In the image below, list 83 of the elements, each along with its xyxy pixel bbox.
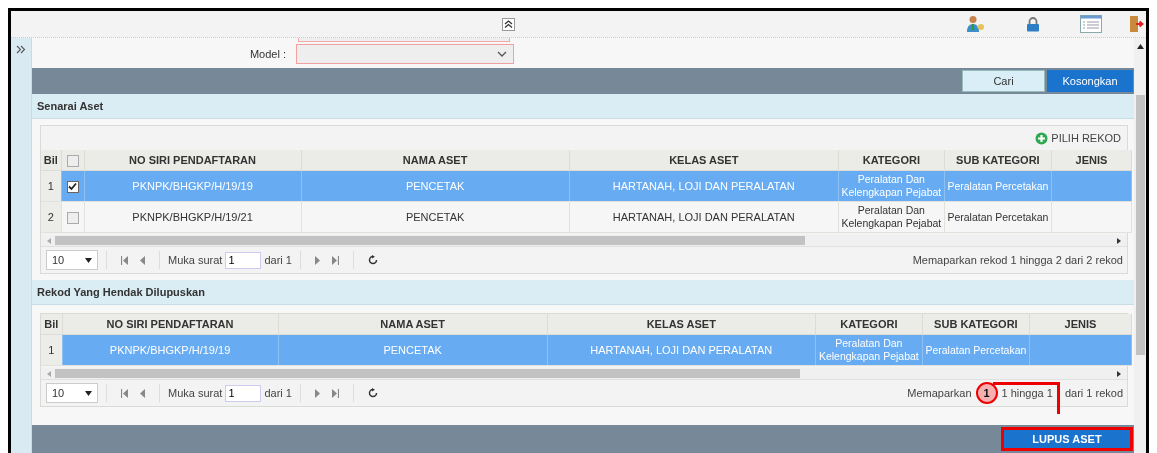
scroll-right-icon[interactable] bbox=[1117, 370, 1121, 377]
next-page-icon[interactable] bbox=[314, 255, 320, 265]
refresh-icon[interactable] bbox=[367, 255, 378, 265]
table-cell: Peralatan Percetakan bbox=[947, 210, 1049, 223]
user-key-icon[interactable] bbox=[966, 15, 986, 33]
table-cell: PENCETAK bbox=[383, 343, 442, 356]
row-checkbox[interactable] bbox=[66, 180, 79, 193]
column-header: SUB KATEGORI bbox=[922, 314, 1030, 335]
column-header: JENIS bbox=[1029, 314, 1132, 335]
table-cell: HARTANAH, LOJI DAN PERALATAN bbox=[612, 210, 795, 223]
scroll-up-icon[interactable] bbox=[1136, 44, 1144, 49]
column-header: NAMA ASET bbox=[301, 150, 570, 171]
column-header: Bil bbox=[41, 150, 61, 171]
leader-line bbox=[992, 381, 1061, 414]
table-cell: Peralatan Dan Kelengkapan Pejabat bbox=[841, 173, 942, 198]
first-page-icon[interactable] bbox=[121, 255, 128, 265]
first-page-icon[interactable] bbox=[121, 388, 128, 398]
column-header: Bil bbox=[41, 314, 62, 335]
table-cell: PKNPK/BHGKP/H/19/19 bbox=[132, 179, 253, 192]
collapse-icon[interactable] bbox=[502, 17, 515, 31]
section-title: Senarai Aset bbox=[37, 100, 104, 112]
page-label: Muka surat bbox=[168, 387, 223, 399]
page-input[interactable]: 1 bbox=[225, 384, 262, 402]
page-label: Muka surat bbox=[168, 254, 223, 266]
table-cell: HARTANAH, LOJI DAN PERALATAN bbox=[590, 343, 773, 356]
scroll-right-icon[interactable] bbox=[1117, 237, 1121, 244]
select-record-button[interactable]: PILIH REKOD bbox=[1035, 131, 1121, 145]
vertical-scrollbar[interactable] bbox=[1134, 38, 1146, 453]
plus-icon bbox=[1035, 131, 1049, 145]
table-cell: PKNPK/BHGKP/H/19/19 bbox=[109, 343, 231, 356]
select-all-checkbox[interactable] bbox=[66, 154, 79, 167]
page-input[interactable]: 1 bbox=[225, 251, 262, 269]
table-cell: PENCETAK bbox=[405, 179, 465, 192]
chevron-down-icon bbox=[497, 51, 507, 57]
row-number: 1 bbox=[48, 343, 55, 356]
record-count-text: Memaparkan bbox=[907, 387, 972, 399]
last-page-icon[interactable] bbox=[331, 255, 339, 265]
section-title: Rekod Yang Hendak Dilupuskan bbox=[37, 286, 205, 298]
expand-sidebar-icon[interactable] bbox=[16, 45, 26, 54]
column-header: JENIS bbox=[1051, 150, 1132, 171]
table-cell: Peralatan Percetakan bbox=[947, 179, 1049, 192]
row-number: 2 bbox=[47, 210, 54, 223]
dispose-asset-button[interactable]: LUPUS ASET bbox=[1001, 427, 1133, 451]
previous-page-icon[interactable] bbox=[140, 388, 145, 398]
page-count: dari 1 bbox=[264, 387, 292, 399]
page-count: dari 1 bbox=[264, 254, 292, 266]
last-page-icon[interactable] bbox=[331, 388, 339, 398]
column-header: NAMA ASET bbox=[278, 314, 548, 335]
exit-door-icon[interactable] bbox=[1130, 15, 1144, 33]
table-cell: HARTANAH, LOJI DAN PERALATAN bbox=[612, 179, 795, 192]
scroll-left-icon[interactable] bbox=[47, 370, 51, 377]
page-size-select[interactable]: 10 bbox=[46, 250, 98, 270]
table-cell: Peralatan Dan Kelengkapan Pejabat bbox=[841, 204, 942, 229]
model-label: Model : bbox=[248, 48, 286, 60]
caret-icon bbox=[85, 257, 92, 263]
column-header: KATEGORI bbox=[838, 150, 945, 171]
previous-page-icon[interactable] bbox=[140, 255, 145, 265]
record-count-text: dari 1 rekod bbox=[1064, 387, 1123, 399]
lock-icon[interactable] bbox=[1026, 16, 1040, 32]
next-page-icon[interactable] bbox=[314, 388, 320, 398]
column-header: KELAS ASET bbox=[569, 150, 839, 171]
column-header: NO SIRI PENDAFTARAN bbox=[62, 314, 279, 335]
column-header: SUB KATEGORI bbox=[944, 150, 1052, 171]
column-header: NO SIRI PENDAFTARAN bbox=[84, 150, 302, 171]
list-window-icon[interactable] bbox=[1080, 15, 1102, 33]
table-cell: Peralatan Dan Kelengkapan Pejabat bbox=[818, 337, 919, 362]
clear-button[interactable]: Kosongkan bbox=[1047, 70, 1133, 92]
search-button[interactable]: Cari bbox=[962, 70, 1045, 92]
step-callout: 1 bbox=[975, 382, 998, 404]
refresh-icon[interactable] bbox=[367, 388, 378, 398]
caret-icon bbox=[85, 390, 92, 396]
model-select[interactable] bbox=[296, 44, 514, 64]
table-cell: Peralatan Percetakan bbox=[925, 343, 1027, 356]
record-count-text: 1 hingga 1 bbox=[1001, 387, 1053, 399]
record-count-text: Memaparkan rekod 1 hingga 2 dari 2 rekod bbox=[912, 254, 1123, 266]
scroll-left-icon[interactable] bbox=[47, 237, 51, 244]
table-cell: PKNPK/BHGKP/H/19/21 bbox=[132, 210, 253, 223]
row-number: 1 bbox=[47, 179, 54, 192]
table-cell: PENCETAK bbox=[405, 210, 465, 223]
row-checkbox[interactable] bbox=[66, 211, 79, 224]
column-header: KATEGORI bbox=[815, 314, 923, 335]
page-size-select[interactable]: 10 bbox=[46, 383, 98, 403]
column-header: KELAS ASET bbox=[547, 314, 816, 335]
